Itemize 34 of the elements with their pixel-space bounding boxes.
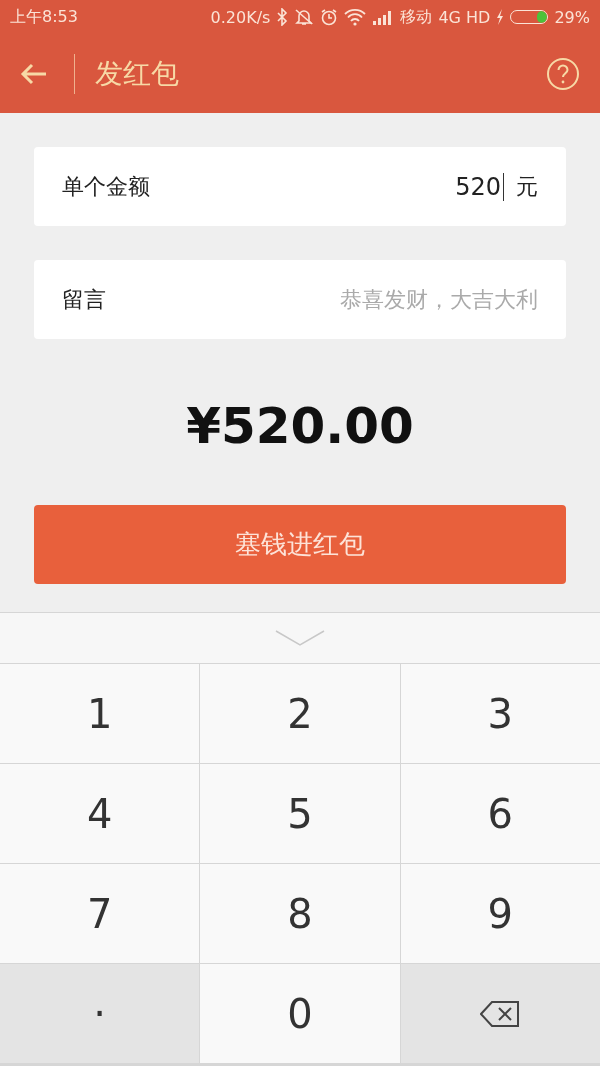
currency-unit: 元: [516, 172, 538, 201]
wifi-icon: [344, 8, 367, 26]
field-label: 留言: [62, 285, 107, 314]
digit-key[interactable]: 5: [200, 764, 400, 863]
field-label: 单个金额: [62, 172, 151, 201]
status-time: 上午8:53: [10, 6, 78, 28]
digit-key[interactable]: 7: [0, 864, 200, 963]
message-placeholder: 恭喜发财，大吉大利: [340, 285, 538, 314]
digit-key[interactable]: 9: [400, 864, 600, 963]
carrier-name: 移动: [400, 6, 433, 28]
digit-key[interactable]: 0: [200, 964, 400, 1063]
battery-percent: 29%: [554, 7, 590, 27]
decimal-key[interactable]: .: [0, 964, 200, 1063]
page-title: 发红包: [95, 55, 180, 92]
alarm-clock-icon: [320, 8, 339, 26]
message-field[interactable]: 留言 恭喜发财，大吉大利: [34, 260, 566, 339]
network-speed: 0.20K/s: [210, 7, 271, 27]
backspace-icon: [480, 999, 521, 1028]
digit-key[interactable]: 4: [0, 764, 200, 863]
help-button[interactable]: [546, 56, 580, 91]
bluetooth-icon: [276, 8, 289, 26]
amount-value: 520: [455, 172, 501, 201]
back-button[interactable]: [20, 61, 48, 86]
digit-key[interactable]: 1: [0, 664, 200, 763]
digit-key[interactable]: 8: [200, 864, 400, 963]
network-type: 4G HD: [438, 7, 491, 27]
total-amount: ¥520.00: [185, 397, 415, 455]
muted-bell-icon: [294, 8, 315, 26]
digit-key[interactable]: 3: [400, 664, 600, 763]
digit-key[interactable]: 2: [200, 664, 400, 763]
charging-icon: [496, 9, 505, 25]
amount-field[interactable]: 单个金额 520 元: [34, 147, 566, 226]
digit-key[interactable]: 6: [400, 764, 600, 863]
chevron-down-icon: [275, 630, 325, 646]
